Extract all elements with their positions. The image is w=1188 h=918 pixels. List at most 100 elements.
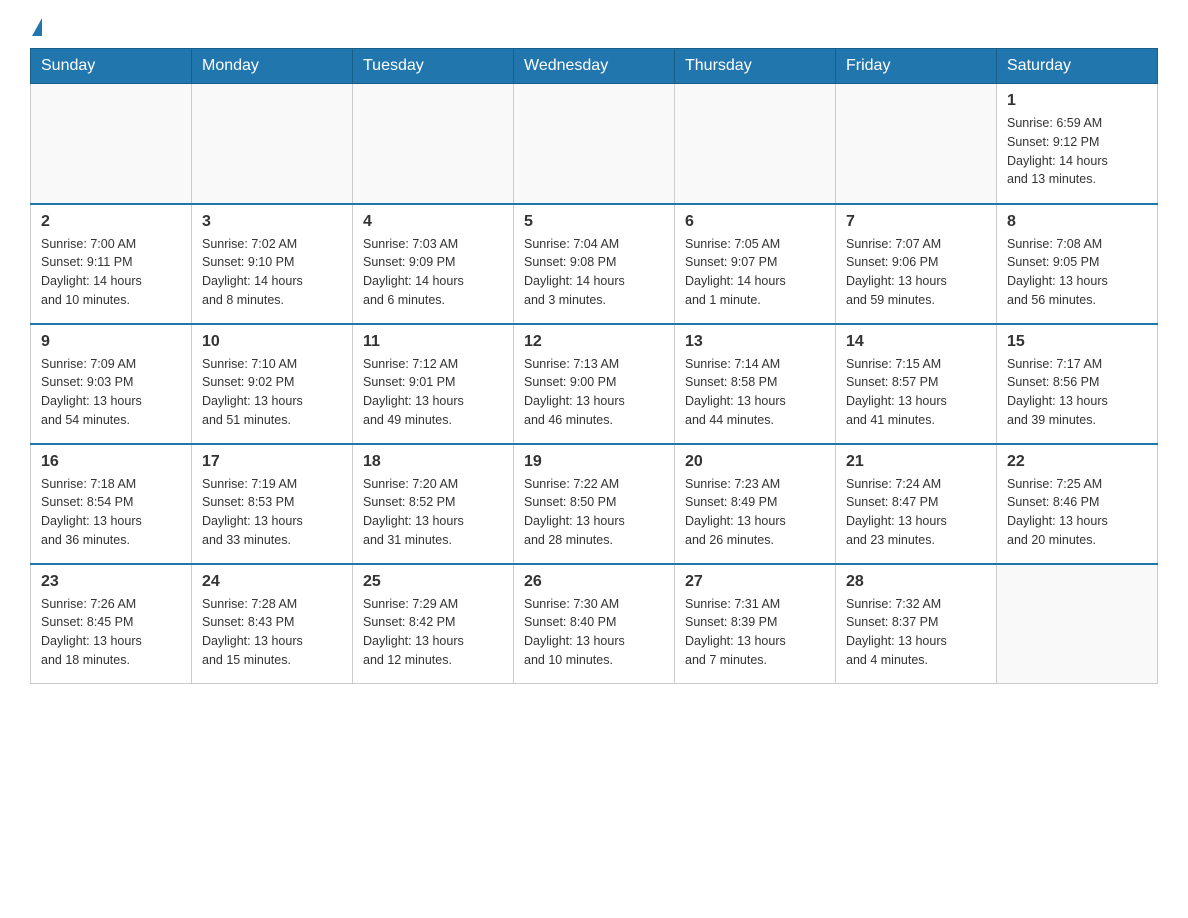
day-number: 3 [202, 213, 342, 231]
calendar-cell: 2 Sunrise: 7:00 AMSunset: 9:11 PMDaylight… [31, 204, 192, 324]
day-info: Sunrise: 7:04 AMSunset: 9:08 PMDaylight:… [524, 235, 664, 310]
day-number: 4 [363, 213, 503, 231]
day-info: Sunrise: 7:32 AMSunset: 8:37 PMDaylight:… [846, 595, 986, 670]
calendar-cell: 12 Sunrise: 7:13 AMSunset: 9:00 PMDayligh… [514, 324, 675, 444]
calendar-cell: 19 Sunrise: 7:22 AMSunset: 8:50 PMDayligh… [514, 444, 675, 564]
day-info: Sunrise: 7:07 AMSunset: 9:06 PMDaylight:… [846, 235, 986, 310]
day-number: 23 [41, 573, 181, 591]
calendar-cell: 16 Sunrise: 7:18 AMSunset: 8:54 PMDayligh… [31, 444, 192, 564]
calendar-cell: 10 Sunrise: 7:10 AMSunset: 9:02 PMDayligh… [192, 324, 353, 444]
day-number: 22 [1007, 453, 1147, 471]
weekday-header-thursday: Thursday [675, 49, 836, 84]
calendar-week-row-3: 9 Sunrise: 7:09 AMSunset: 9:03 PMDaylight… [31, 324, 1158, 444]
day-number: 2 [41, 213, 181, 231]
day-number: 15 [1007, 333, 1147, 351]
calendar-cell: 23 Sunrise: 7:26 AMSunset: 8:45 PMDayligh… [31, 564, 192, 684]
weekday-header-wednesday: Wednesday [514, 49, 675, 84]
calendar-week-row-1: 1 Sunrise: 6:59 AMSunset: 9:12 PMDaylight… [31, 84, 1158, 204]
day-number: 27 [685, 573, 825, 591]
day-info: Sunrise: 7:28 AMSunset: 8:43 PMDaylight:… [202, 595, 342, 670]
day-info: Sunrise: 7:15 AMSunset: 8:57 PMDaylight:… [846, 355, 986, 430]
day-info: Sunrise: 7:03 AMSunset: 9:09 PMDaylight:… [363, 235, 503, 310]
day-number: 10 [202, 333, 342, 351]
day-info: Sunrise: 7:20 AMSunset: 8:52 PMDaylight:… [363, 475, 503, 550]
day-info: Sunrise: 7:19 AMSunset: 8:53 PMDaylight:… [202, 475, 342, 550]
calendar-week-row-2: 2 Sunrise: 7:00 AMSunset: 9:11 PMDaylight… [31, 204, 1158, 324]
calendar-cell [353, 84, 514, 204]
day-info: Sunrise: 7:13 AMSunset: 9:00 PMDaylight:… [524, 355, 664, 430]
day-info: Sunrise: 7:25 AMSunset: 8:46 PMDaylight:… [1007, 475, 1147, 550]
weekday-header-monday: Monday [192, 49, 353, 84]
calendar-cell: 15 Sunrise: 7:17 AMSunset: 8:56 PMDayligh… [997, 324, 1158, 444]
weekday-header-tuesday: Tuesday [353, 49, 514, 84]
calendar-cell: 7 Sunrise: 7:07 AMSunset: 9:06 PMDaylight… [836, 204, 997, 324]
calendar-cell: 21Sunrise: 7:24 AMSunset: 8:47 PMDayligh… [836, 444, 997, 564]
calendar-cell: 26Sunrise: 7:30 AMSunset: 8:40 PMDayligh… [514, 564, 675, 684]
day-info: Sunrise: 7:24 AMSunset: 8:47 PMDaylight:… [846, 475, 986, 550]
day-number: 20 [685, 453, 825, 471]
day-number: 16 [41, 453, 181, 471]
day-info: Sunrise: 7:18 AMSunset: 8:54 PMDaylight:… [41, 475, 181, 550]
day-number: 26 [524, 573, 664, 591]
day-info: Sunrise: 7:23 AMSunset: 8:49 PMDaylight:… [685, 475, 825, 550]
day-info: Sunrise: 7:17 AMSunset: 8:56 PMDaylight:… [1007, 355, 1147, 430]
calendar-cell [31, 84, 192, 204]
day-number: 24 [202, 573, 342, 591]
calendar-cell: 4 Sunrise: 7:03 AMSunset: 9:09 PMDaylight… [353, 204, 514, 324]
day-info: Sunrise: 7:14 AMSunset: 8:58 PMDaylight:… [685, 355, 825, 430]
calendar-cell [997, 564, 1158, 684]
day-number: 17 [202, 453, 342, 471]
day-info: Sunrise: 7:08 AMSunset: 9:05 PMDaylight:… [1007, 235, 1147, 310]
calendar-cell: 6Sunrise: 7:05 AMSunset: 9:07 PMDaylight… [675, 204, 836, 324]
day-info: Sunrise: 7:22 AMSunset: 8:50 PMDaylight:… [524, 475, 664, 550]
day-number: 7 [846, 213, 986, 231]
day-info: Sunrise: 6:59 AMSunset: 9:12 PMDaylight:… [1007, 114, 1147, 189]
calendar-cell: 5 Sunrise: 7:04 AMSunset: 9:08 PMDaylight… [514, 204, 675, 324]
calendar-cell: 22 Sunrise: 7:25 AMSunset: 8:46 PMDayligh… [997, 444, 1158, 564]
calendar-week-row-5: 23 Sunrise: 7:26 AMSunset: 8:45 PMDayligh… [31, 564, 1158, 684]
calendar-cell [192, 84, 353, 204]
day-number: 19 [524, 453, 664, 471]
day-info: Sunrise: 7:02 AMSunset: 9:10 PMDaylight:… [202, 235, 342, 310]
day-number: 5 [524, 213, 664, 231]
logo [30, 20, 42, 38]
calendar-cell [514, 84, 675, 204]
calendar-cell: 8 Sunrise: 7:08 AMSunset: 9:05 PMDaylight… [997, 204, 1158, 324]
day-number: 9 [41, 333, 181, 351]
weekday-header-friday: Friday [836, 49, 997, 84]
calendar-cell: 17 Sunrise: 7:19 AMSunset: 8:53 PMDayligh… [192, 444, 353, 564]
calendar-cell: 27 Sunrise: 7:31 AMSunset: 8:39 PMDayligh… [675, 564, 836, 684]
calendar-cell: 9 Sunrise: 7:09 AMSunset: 9:03 PMDaylight… [31, 324, 192, 444]
day-number: 8 [1007, 213, 1147, 231]
day-info: Sunrise: 7:29 AMSunset: 8:42 PMDaylight:… [363, 595, 503, 670]
calendar-cell [675, 84, 836, 204]
calendar-cell: 3 Sunrise: 7:02 AMSunset: 9:10 PMDaylight… [192, 204, 353, 324]
day-number: 18 [363, 453, 503, 471]
day-number: 28 [846, 573, 986, 591]
calendar-cell: 28 Sunrise: 7:32 AMSunset: 8:37 PMDayligh… [836, 564, 997, 684]
weekday-header-saturday: Saturday [997, 49, 1158, 84]
logo-triangle-icon [32, 18, 42, 36]
calendar-cell: 25 Sunrise: 7:29 AMSunset: 8:42 PMDayligh… [353, 564, 514, 684]
calendar-cell: 11Sunrise: 7:12 AMSunset: 9:01 PMDayligh… [353, 324, 514, 444]
calendar-cell: 24 Sunrise: 7:28 AMSunset: 8:43 PMDayligh… [192, 564, 353, 684]
day-number: 1 [1007, 92, 1147, 110]
calendar-table: SundayMondayTuesdayWednesdayThursdayFrid… [30, 48, 1158, 684]
day-number: 11 [363, 333, 503, 351]
day-number: 25 [363, 573, 503, 591]
day-number: 14 [846, 333, 986, 351]
weekday-header-sunday: Sunday [31, 49, 192, 84]
calendar-cell: 14 Sunrise: 7:15 AMSunset: 8:57 PMDayligh… [836, 324, 997, 444]
calendar-week-row-4: 16 Sunrise: 7:18 AMSunset: 8:54 PMDayligh… [31, 444, 1158, 564]
day-number: 12 [524, 333, 664, 351]
day-info: Sunrise: 7:31 AMSunset: 8:39 PMDaylight:… [685, 595, 825, 670]
calendar-cell: 20 Sunrise: 7:23 AMSunset: 8:49 PMDayligh… [675, 444, 836, 564]
day-info: Sunrise: 7:05 AMSunset: 9:07 PMDaylight:… [685, 235, 825, 310]
day-info: Sunrise: 7:09 AMSunset: 9:03 PMDaylight:… [41, 355, 181, 430]
calendar-cell: 1 Sunrise: 6:59 AMSunset: 9:12 PMDaylight… [997, 84, 1158, 204]
day-info: Sunrise: 7:10 AMSunset: 9:02 PMDaylight:… [202, 355, 342, 430]
day-info: Sunrise: 7:00 AMSunset: 9:11 PMDaylight:… [41, 235, 181, 310]
day-info: Sunrise: 7:26 AMSunset: 8:45 PMDaylight:… [41, 595, 181, 670]
calendar-cell [836, 84, 997, 204]
weekday-header-row: SundayMondayTuesdayWednesdayThursdayFrid… [31, 49, 1158, 84]
